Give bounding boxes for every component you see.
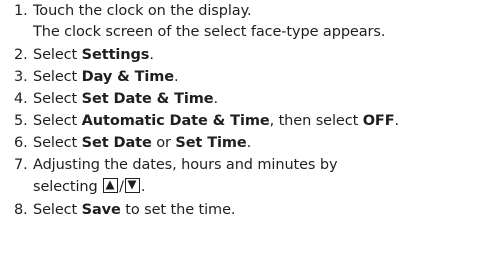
step-2: 2. Select Settings. (14, 46, 154, 64)
bold-term: Day & Time (81, 69, 175, 85)
up-arrow-button-icon (103, 178, 119, 193)
step-text: Select (33, 47, 82, 63)
step-text: selecting (33, 179, 103, 195)
step-text: Select (33, 135, 82, 151)
step-number: 6. (14, 135, 28, 151)
step-number: 5. (14, 113, 28, 129)
step-text: , then select (269, 113, 363, 129)
step-number: 2. (14, 47, 28, 63)
step-8: 8. Select Save to set the time. (14, 201, 236, 219)
bold-term: Settings (81, 47, 150, 63)
step-text: . (394, 113, 400, 129)
separator: / (119, 179, 124, 195)
step-text: . (174, 69, 179, 85)
step-text: . (246, 135, 252, 151)
step-number: 8. (14, 202, 28, 218)
bold-term: OFF (362, 113, 395, 129)
step-3: 3. Select Day & Time. (14, 68, 179, 86)
step-text: Select (33, 113, 82, 129)
step-1-detail: The clock screen of the select face-type… (33, 23, 385, 41)
step-1: 1. Touch the clock on the display. (14, 2, 252, 20)
bold-term: Set Date (81, 135, 152, 151)
bold-term: Save (81, 202, 121, 218)
step-6: 6. Select Set Date or Set Time. (14, 134, 251, 152)
step-number: 3. (14, 69, 28, 85)
step-text: or (151, 135, 176, 151)
step-text: . (149, 47, 154, 63)
instruction-list: 1. Touch the clock on the display. The cl… (0, 0, 492, 265)
step-text: Touch the clock on the display. (33, 3, 252, 19)
step-number: 7. (14, 157, 28, 173)
step-text: Select (33, 91, 82, 107)
step-text: Select (33, 202, 82, 218)
step-7: 7. Adjusting the dates, hours and minutes… (14, 156, 338, 174)
step-text: Select (33, 69, 82, 85)
bold-term: Set Date & Time (81, 91, 214, 107)
step-7-detail: selecting /. (33, 178, 146, 196)
bold-term: Automatic Date & Time (81, 113, 270, 129)
bold-term: Set Time (175, 135, 247, 151)
step-5: 5. Select Automatic Date & Time, then sel… (14, 112, 399, 130)
step-text: Adjusting the dates, hours and minutes b… (33, 157, 338, 173)
step-text: The clock screen of the select face-type… (33, 24, 386, 40)
step-number: 4. (14, 91, 28, 107)
step-text: . (213, 91, 219, 107)
step-4: 4. Select Set Date & Time. (14, 90, 218, 108)
step-number: 1. (14, 3, 28, 19)
step-text: . (140, 179, 146, 195)
down-arrow-button-icon (124, 178, 140, 193)
step-text: to set the time. (120, 202, 236, 218)
